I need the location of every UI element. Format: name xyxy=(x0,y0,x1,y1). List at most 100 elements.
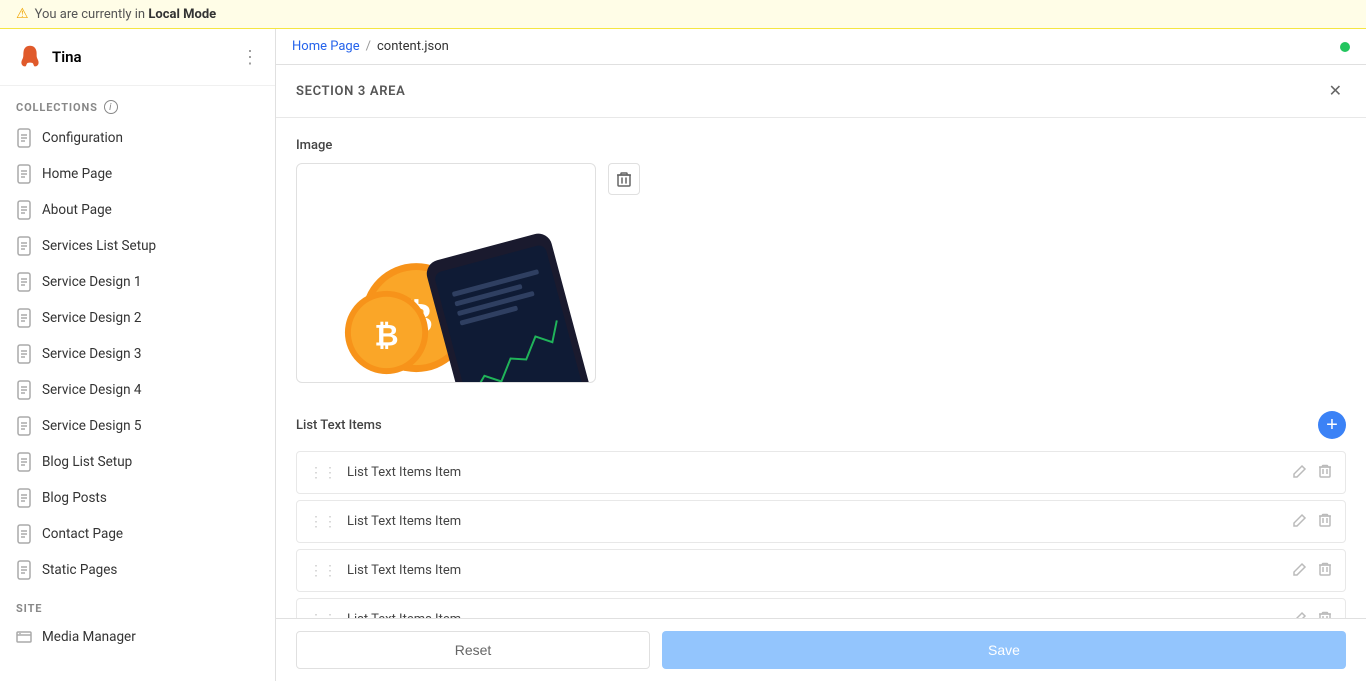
trash-icon xyxy=(1319,562,1331,576)
doc-icon xyxy=(16,344,32,364)
drag-handle[interactable]: ⋮⋮ xyxy=(309,514,337,530)
edit-icon xyxy=(1293,464,1307,478)
image-preview[interactable]: ₿ ₿ xyxy=(296,163,596,383)
section-title: SECTION 3 AREA xyxy=(296,84,405,99)
save-button[interactable]: Save xyxy=(662,631,1346,669)
llama-icon xyxy=(16,43,44,71)
breadcrumb: Home Page / content.json xyxy=(292,39,449,54)
sidebar-item-blog-posts[interactable]: Blog Posts xyxy=(0,480,275,516)
edit-icon xyxy=(1293,611,1307,618)
sidebar-item-label: Service Design 1 xyxy=(42,274,142,290)
edit-list-item-button[interactable] xyxy=(1291,462,1309,483)
trash-icon xyxy=(1319,513,1331,527)
trash-icon xyxy=(1319,464,1331,478)
doc-icon xyxy=(16,200,32,220)
bottom-actions: Reset Save xyxy=(276,618,1366,681)
edit-list-item-button[interactable] xyxy=(1291,560,1309,581)
list-item-text: List Text Items Item xyxy=(347,514,1291,529)
reset-button[interactable]: Reset xyxy=(296,631,650,669)
collections-section-label: COLLECTIONS i xyxy=(0,86,275,120)
sidebar-item-service-design-5[interactable]: Service Design 5 xyxy=(0,408,275,444)
sidebar-item-label: Configuration xyxy=(42,130,123,146)
add-list-item-button[interactable]: + xyxy=(1318,411,1346,439)
list-item-row: ⋮⋮ List Text Items Item xyxy=(296,451,1346,494)
row-actions xyxy=(1291,560,1333,581)
sidebar-item-service-design-4[interactable]: Service Design 4 xyxy=(0,372,275,408)
sidebar-item-service-design-3[interactable]: Service Design 3 xyxy=(0,336,275,372)
list-item-text: List Text Items Item xyxy=(347,465,1291,480)
sidebar-item-label: Services List Setup xyxy=(42,238,156,254)
sidebar-item-configuration[interactable]: Configuration xyxy=(0,120,275,156)
sidebar-item-label: Contact Page xyxy=(42,526,123,542)
app-name: Tina xyxy=(52,48,82,66)
sidebar-item-label: Service Design 5 xyxy=(42,418,142,434)
list-item-row: ⋮⋮ List Text Items Item xyxy=(296,500,1346,543)
sidebar-item-label: Blog Posts xyxy=(42,490,107,506)
sidebar-options-button[interactable]: ⋮ xyxy=(241,47,259,68)
doc-icon xyxy=(16,164,32,184)
image-container: ₿ ₿ xyxy=(296,163,1346,383)
doc-icon xyxy=(16,416,32,436)
section-header: SECTION 3 AREA ✕ xyxy=(276,65,1366,118)
delete-list-item-button[interactable] xyxy=(1317,462,1333,483)
delete-list-item-button[interactable] xyxy=(1317,511,1333,532)
section-body: Image ₿ ₿ xyxy=(276,118,1366,618)
sidebar-item-static-pages[interactable]: Static Pages xyxy=(0,552,275,588)
delete-image-button[interactable] xyxy=(608,163,640,195)
edit-icon xyxy=(1293,562,1307,576)
list-item-text: List Text Items Item xyxy=(347,563,1291,578)
row-actions xyxy=(1291,609,1333,618)
svg-text:₿: ₿ xyxy=(374,319,398,352)
edit-icon xyxy=(1293,513,1307,527)
collections-info-icon[interactable]: i xyxy=(104,100,118,114)
main-content: Home Page / content.json SECTION 3 AREA … xyxy=(276,29,1366,681)
sidebar-logo: Tina xyxy=(16,43,82,71)
doc-icon xyxy=(16,452,32,472)
sidebar-item-contact-page[interactable]: Contact Page xyxy=(0,516,275,552)
edit-list-item-button[interactable] xyxy=(1291,511,1309,532)
sidebar: Tina ⋮ COLLECTIONS i Configuration Home … xyxy=(0,29,276,681)
doc-icon xyxy=(16,380,32,400)
sidebar-item-label: Service Design 2 xyxy=(42,310,142,326)
sidebar-item-label: Blog List Setup xyxy=(42,454,132,470)
image-label: Image xyxy=(296,138,1346,153)
site-section-label: SITE xyxy=(0,588,275,621)
delete-list-item-button[interactable] xyxy=(1317,609,1333,618)
image-preview-graphic: ₿ ₿ xyxy=(297,164,595,382)
list-items-container: ⋮⋮ List Text Items Item ⋮⋮ List Text Ite… xyxy=(296,451,1346,618)
section-panel: SECTION 3 AREA ✕ Image xyxy=(276,65,1366,618)
delete-list-item-button[interactable] xyxy=(1317,560,1333,581)
close-section-button[interactable]: ✕ xyxy=(1325,79,1346,103)
list-items-label: List Text Items xyxy=(296,418,382,433)
sidebar-item-home-page[interactable]: Home Page xyxy=(0,156,275,192)
sidebar-item-services-list-setup[interactable]: Services List Setup xyxy=(0,228,275,264)
sidebar-item-label: Service Design 3 xyxy=(42,346,142,362)
sidebar-item-label: Home Page xyxy=(42,166,112,182)
drag-handle[interactable]: ⋮⋮ xyxy=(309,563,337,579)
sidebar-item-blog-list-setup[interactable]: Blog List Setup xyxy=(0,444,275,480)
banner-text: You are currently in Local Mode xyxy=(35,7,217,22)
sidebar-item-service-design-2[interactable]: Service Design 2 xyxy=(0,300,275,336)
local-mode-banner: ⚠ You are currently in Local Mode xyxy=(0,0,1366,29)
sidebar-item-label: Static Pages xyxy=(42,562,117,578)
nav-items-container: Configuration Home Page About Page Servi… xyxy=(0,120,275,588)
doc-icon xyxy=(16,560,32,580)
list-items-header: List Text Items + xyxy=(296,411,1346,439)
sidebar-item-label: About Page xyxy=(42,202,112,218)
editor-area: SECTION 3 AREA ✕ Image xyxy=(276,65,1366,618)
doc-icon xyxy=(16,236,32,256)
sidebar-header: Tina ⋮ xyxy=(0,29,275,86)
list-item-row: ⋮⋮ List Text Items Item xyxy=(296,549,1346,592)
sidebar-item-media-manager[interactable]: Media Manager xyxy=(0,621,275,653)
edit-list-item-button[interactable] xyxy=(1291,609,1309,618)
media-manager-icon xyxy=(16,629,32,645)
row-actions xyxy=(1291,462,1333,483)
sidebar-item-service-design-1[interactable]: Service Design 1 xyxy=(0,264,275,300)
row-actions xyxy=(1291,511,1333,532)
sidebar-item-about-page[interactable]: About Page xyxy=(0,192,275,228)
doc-icon xyxy=(16,524,32,544)
drag-handle[interactable]: ⋮⋮ xyxy=(309,465,337,481)
breadcrumb-home[interactable]: Home Page xyxy=(292,39,360,54)
status-dot xyxy=(1340,42,1350,52)
breadcrumb-current: content.json xyxy=(377,39,449,54)
